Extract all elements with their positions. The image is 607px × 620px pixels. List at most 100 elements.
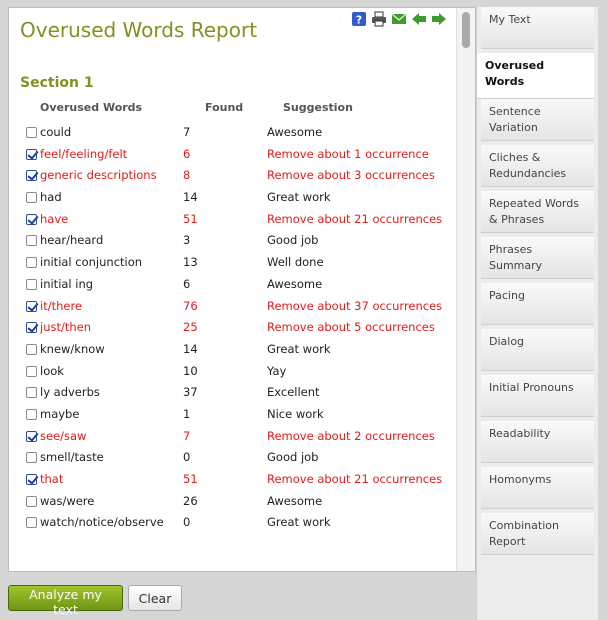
row-checkbox[interactable] — [26, 430, 37, 442]
table-row: smell/taste 0 Good job — [9, 447, 454, 469]
scrollbar-thumb[interactable] — [462, 12, 470, 48]
column-header-word: Overused Words — [40, 101, 143, 114]
table-row: it/there 76 Remove about 37 occurrences — [9, 296, 454, 318]
tab-readability[interactable]: Readability — [481, 421, 594, 463]
row-word: smell/taste — [40, 450, 104, 465]
tab-repeated-words-phrases[interactable]: Repeated Words & Phrases — [481, 191, 594, 233]
row-found: 8 — [183, 168, 191, 183]
action-bar: Analyze my text Clear — [0, 572, 476, 620]
row-suggestion: Remove about 21 occurrences — [267, 211, 443, 226]
row-word: initial ing — [40, 276, 94, 291]
row-suggestion: Great work — [267, 190, 331, 205]
tab-pacing[interactable]: Pacing — [481, 283, 594, 325]
row-checkbox[interactable] — [26, 517, 37, 529]
tab-sentence-variation[interactable]: Sentence Variation — [481, 99, 594, 141]
row-checkbox[interactable] — [26, 127, 37, 138]
row-checkbox[interactable] — [26, 343, 37, 355]
row-word: ly adverbs — [40, 385, 100, 400]
row-checkbox[interactable] — [26, 452, 37, 464]
row-checkbox[interactable] — [26, 322, 37, 334]
row-suggestion: Remove about 5 occurrences — [267, 320, 435, 335]
row-suggestion: Excellent — [267, 385, 320, 400]
scrollbar[interactable] — [456, 8, 475, 571]
row-found: 25 — [183, 320, 198, 335]
tab-initial-pronouns[interactable]: Initial Pronouns — [481, 375, 594, 417]
svg-text:?: ? — [356, 14, 362, 27]
tab-my-text[interactable]: My Text — [481, 7, 594, 49]
row-checkbox[interactable] — [26, 170, 37, 182]
row-found: 6 — [183, 276, 191, 291]
table-row: had 14 Great work — [9, 187, 454, 209]
back-arrow-icon[interactable] — [411, 11, 427, 27]
row-found: 0 — [183, 450, 191, 465]
row-checkbox[interactable] — [26, 257, 37, 269]
row-word: hear/heard — [40, 233, 104, 248]
row-found: 14 — [183, 190, 198, 205]
row-word: that — [40, 472, 64, 486]
row-checkbox[interactable] — [26, 408, 37, 420]
column-header-found: Found — [205, 101, 244, 114]
row-checkbox[interactable] — [26, 235, 37, 247]
row-found: 10 — [183, 363, 198, 378]
row-checkbox[interactable] — [26, 387, 37, 399]
row-suggestion: Awesome — [267, 125, 323, 139]
row-word: had — [40, 190, 62, 205]
tab-combination-report[interactable]: Combination Report — [481, 513, 594, 555]
table-row: that 51 Remove about 21 occurrences — [9, 469, 454, 491]
row-suggestion: Yay — [267, 363, 287, 378]
row-found: 6 — [183, 146, 191, 161]
row-suggestion: Good job — [267, 450, 319, 465]
column-header-suggestion: Suggestion — [283, 101, 353, 114]
email-icon[interactable] — [391, 11, 407, 27]
row-suggestion: Nice work — [267, 406, 324, 421]
row-checkbox[interactable] — [26, 278, 37, 290]
row-word: knew/know — [40, 341, 105, 356]
row-word: feel/feeling/felt — [40, 146, 128, 161]
row-word: generic descriptions — [40, 168, 157, 183]
print-icon[interactable] — [371, 11, 387, 27]
table-row: watch/notice/observe 0 Great work — [9, 512, 454, 534]
report-title: Overused Words Report — [20, 18, 258, 42]
row-checkbox[interactable] — [26, 148, 37, 160]
row-suggestion: Great work — [267, 341, 331, 356]
tab-overused-words[interactable]: Overused Words — [477, 53, 594, 99]
row-suggestion: Awesome — [267, 493, 323, 508]
row-found: 3 — [183, 233, 191, 248]
row-found: 13 — [183, 255, 198, 270]
row-suggestion: Awesome — [267, 276, 323, 291]
tab-homonyms[interactable]: Homonyms — [481, 467, 594, 509]
row-suggestion: Great work — [267, 515, 331, 530]
tab-dialog[interactable]: Dialog — [481, 329, 594, 371]
tab-cliches-redundancies[interactable]: Cliches & Redundancies — [481, 145, 594, 187]
table-row: have 51 Remove about 21 occurrences — [9, 209, 454, 231]
row-checkbox[interactable] — [26, 495, 37, 507]
row-word: watch/notice/observe — [40, 515, 164, 530]
table-row: was/were 26 Awesome — [9, 491, 454, 513]
row-suggestion: Remove about 3 occurrences — [267, 168, 435, 183]
help-icon[interactable]: ? — [351, 11, 367, 27]
row-found: 14 — [183, 341, 198, 356]
analyze-button[interactable]: Analyze my text — [8, 585, 123, 617]
row-checkbox[interactable] — [26, 300, 37, 312]
row-checkbox[interactable] — [26, 192, 37, 204]
row-checkbox[interactable] — [26, 365, 37, 377]
row-word: just/then — [40, 320, 92, 335]
table-row: initial conjunction 13 Well done — [9, 252, 454, 274]
table-row: generic descriptions 8 Remove about 3 occu… — [9, 165, 454, 187]
table-row: look 10 Yay — [9, 361, 454, 383]
report-table: could 7 Awesome feel/feeling/felt 6 Remove ab… — [9, 122, 454, 534]
row-found: 51 — [183, 211, 198, 226]
row-word: it/there — [40, 298, 83, 313]
table-row: hear/heard 3 Good job — [9, 230, 454, 252]
table-row: initial ing 6 Awesome — [9, 274, 454, 296]
row-word: was/were — [40, 493, 95, 508]
clear-button[interactable]: Clear — [128, 585, 182, 611]
row-found: 37 — [183, 385, 198, 400]
row-found: 7 — [183, 125, 191, 139]
row-checkbox[interactable] — [26, 474, 37, 485]
report-panel: Overused Words Report ? Section 1 Overus… — [8, 7, 476, 572]
tab-phrases-summary[interactable]: Phrases Summary — [481, 237, 594, 279]
row-checkbox[interactable] — [26, 213, 37, 225]
forward-arrow-icon[interactable] — [431, 11, 447, 27]
table-row: maybe 1 Nice work — [9, 404, 454, 426]
